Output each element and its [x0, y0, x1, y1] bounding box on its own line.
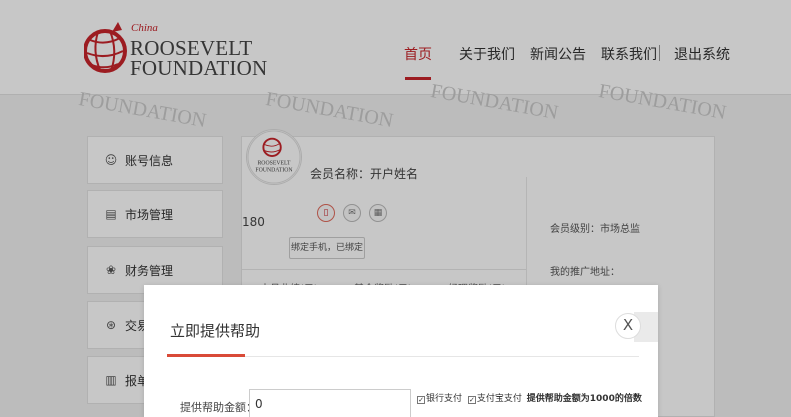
- amount-label: 提供帮助金额：: [180, 401, 257, 414]
- bank-pay-label[interactable]: 银行支付: [426, 394, 462, 404]
- alipay-checkbox[interactable]: ✓: [467, 396, 476, 404]
- provide-help-dialog: 立即提供帮助 X 提供帮助金额： ✓银行支付 ✓支付宝支付 提供帮助金额为100…: [144, 285, 658, 417]
- dialog-title-underline: [167, 354, 245, 357]
- dialog-title: 立即提供帮助: [170, 322, 261, 340]
- alipay-label[interactable]: 支付宝支付: [477, 394, 522, 404]
- amount-input[interactable]: [249, 389, 411, 417]
- close-button[interactable]: X: [615, 313, 641, 339]
- amount-note: 提供帮助金额为1000的倍数: [526, 394, 642, 404]
- bank-pay-checkbox[interactable]: ✓: [417, 396, 425, 404]
- payment-options: ✓ 银行支付 ✓ 支付宝支付 提供帮助金额为1000的倍数: [417, 391, 642, 404]
